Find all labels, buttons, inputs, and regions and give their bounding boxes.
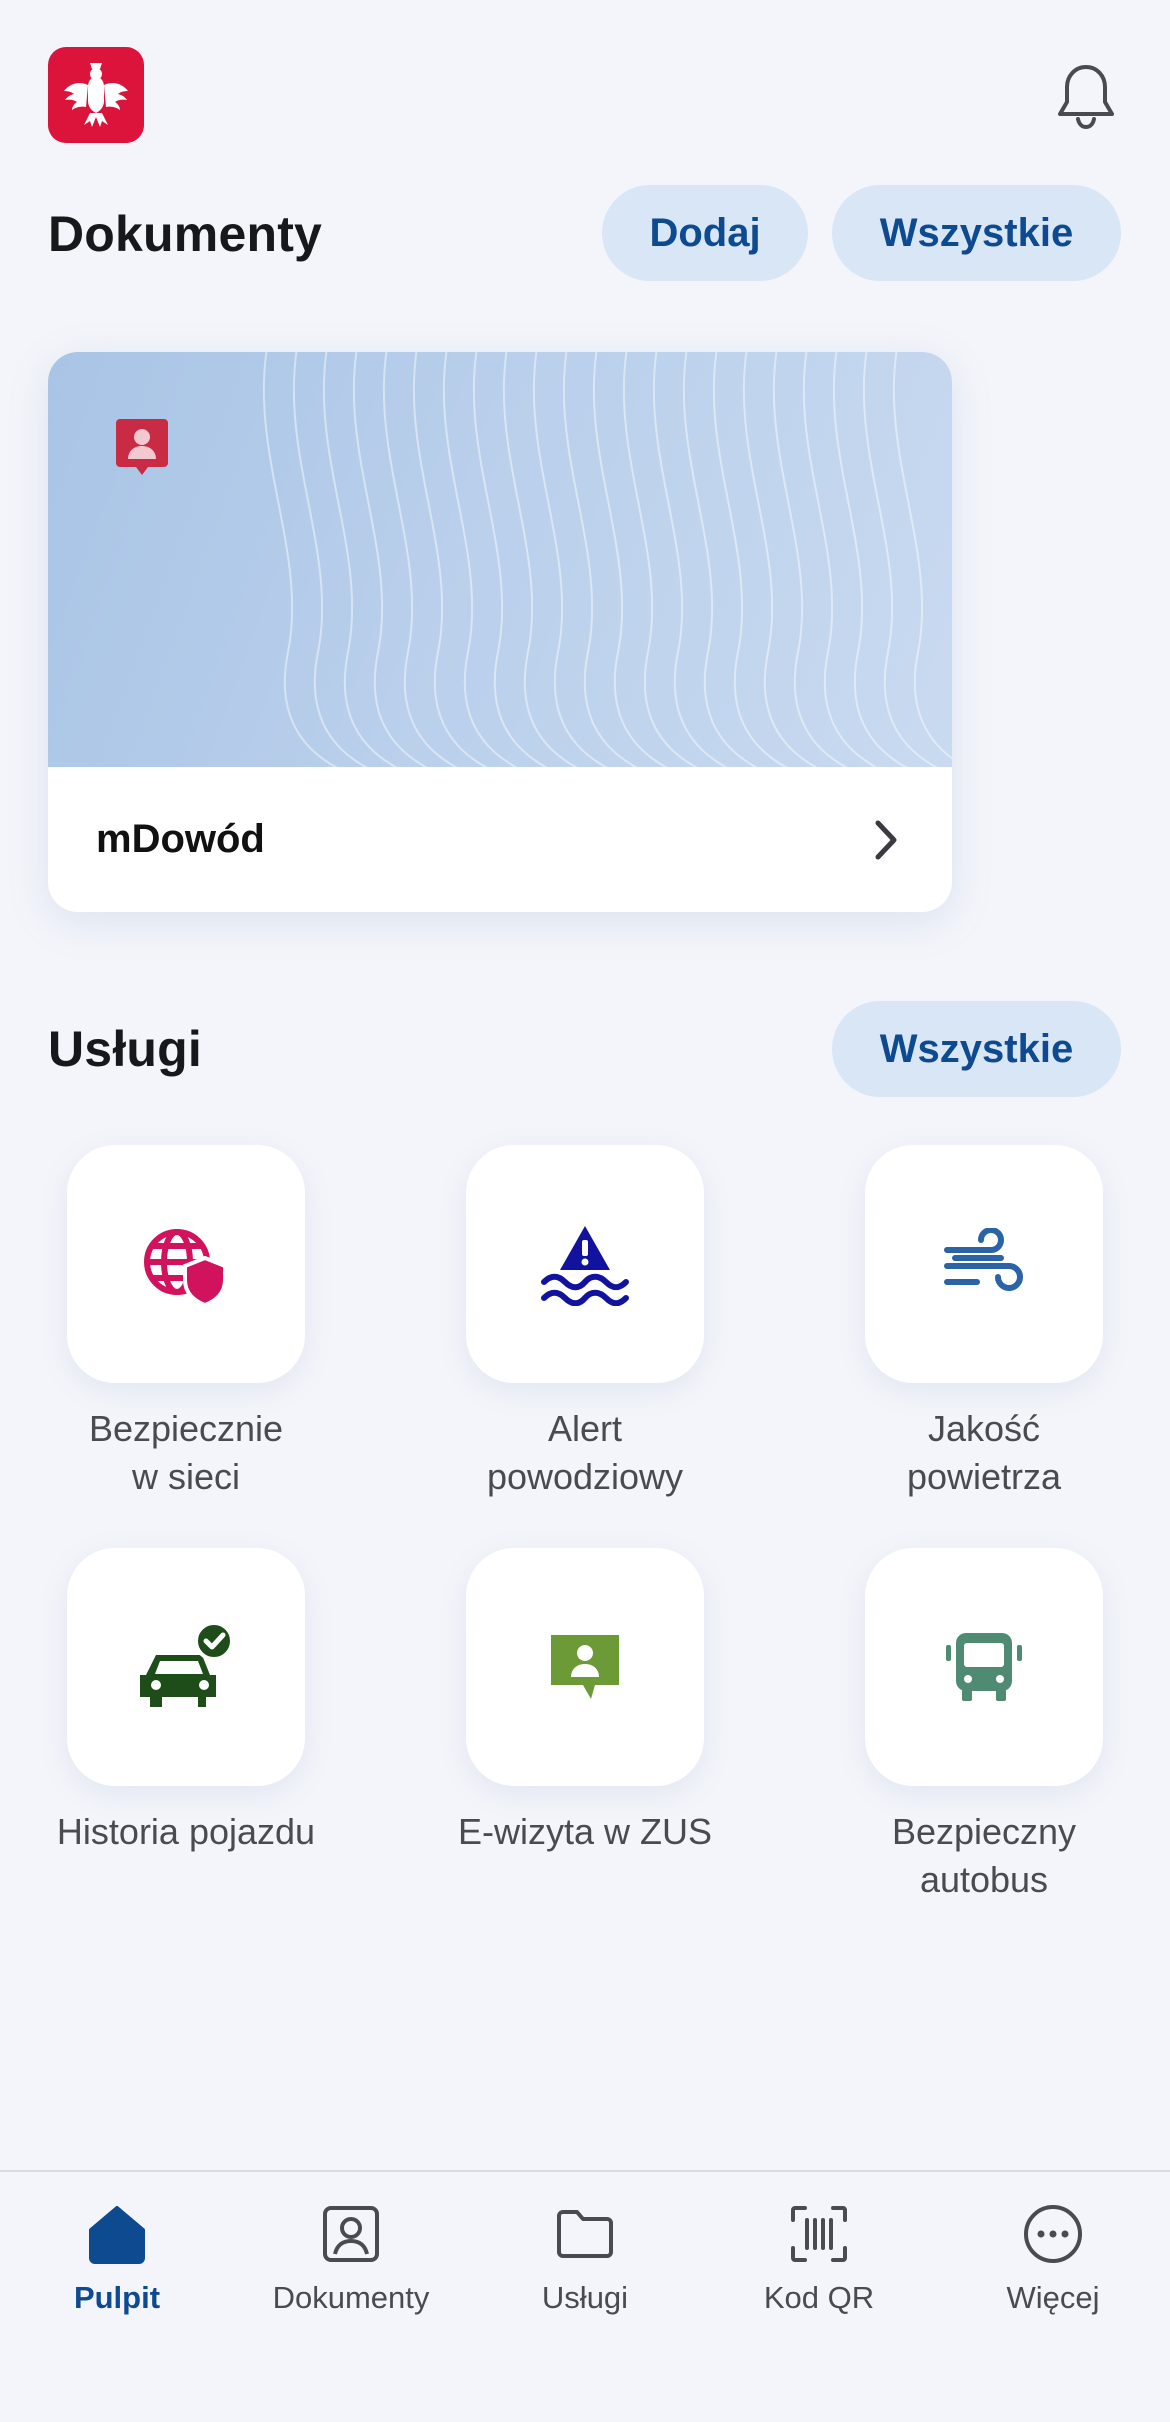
service-tile-historia-pojazdu[interactable]	[67, 1548, 305, 1786]
service-tile-e-wizyta-w-zus[interactable]	[466, 1548, 704, 1786]
tab-pulpit[interactable]: Pulpit	[0, 2202, 234, 2342]
tab-label: Więcej	[1006, 2280, 1100, 2315]
tab-dokumenty[interactable]: Dokumenty	[234, 2202, 468, 2342]
card-background-pattern	[48, 352, 952, 767]
service-label-bezpiecznie-w-sieci: Bezpiecznie w sieci	[88, 1408, 284, 1497]
all-services-button[interactable]: Wszystkie	[832, 1001, 1121, 1097]
tab-wiecej[interactable]: Więcej	[936, 2202, 1170, 2342]
tab-label: Kod QR	[763, 2280, 875, 2315]
tab-label: Usługi	[541, 2280, 629, 2315]
service-label-historia-pojazdu: Historia pojazdu	[56, 1811, 316, 1852]
card-title: mDowód	[96, 817, 265, 861]
tab-uslugi[interactable]: Usługi	[468, 2202, 702, 2342]
bell-icon[interactable]	[1055, 62, 1117, 132]
service-label-e-wizyta-w-zus: E-wizyta w ZUS	[457, 1811, 713, 1852]
chevron-right-icon	[875, 820, 897, 859]
id-card-person-icon	[116, 419, 168, 475]
app-logo	[48, 47, 144, 143]
more-dots-icon	[1024, 2205, 1082, 2263]
wave-pattern	[262, 352, 952, 767]
globe-shield-icon	[144, 1229, 227, 1306]
folder-icon	[557, 2210, 613, 2258]
wind-icon	[944, 1228, 1023, 1291]
id-badge-icon	[323, 2206, 379, 2262]
service-tile-bezpiecznie-w-sieci[interactable]	[67, 1145, 305, 1383]
car-check-icon	[140, 1621, 234, 1707]
home-icon	[89, 2206, 145, 2264]
service-tile-bezpieczny-autobus[interactable]	[865, 1548, 1103, 1786]
tab-label: Dokumenty	[272, 2280, 430, 2315]
tab-label: Pulpit	[73, 2280, 161, 2315]
qr-scan-icon	[791, 2206, 847, 2262]
bottom-tab-bar: Pulpit Dokumenty Usługi Kod QR Więcej	[0, 2170, 1170, 2422]
mdowod-document-card[interactable]: mDowód	[48, 352, 952, 912]
service-label-bezpieczny-autobus: Bezpieczny autobus	[891, 1811, 1077, 1900]
service-tile-jakosc-powietrza[interactable]	[865, 1145, 1103, 1383]
documents-section-title: Dokumenty	[48, 206, 323, 262]
service-label-alert-powodziowy: Alert powodziowy	[486, 1408, 684, 1497]
flood-warning-icon	[541, 1226, 629, 1306]
services-section-title: Usługi	[48, 1021, 202, 1077]
all-documents-button[interactable]: Wszystkie	[832, 185, 1121, 281]
bus-icon	[946, 1633, 1022, 1701]
service-label-jakosc-powietrza: Jakość powietrza	[906, 1408, 1062, 1497]
card-footer[interactable]: mDowód	[48, 767, 952, 912]
polish-eagle-emblem-icon	[64, 63, 128, 127]
tab-kod-qr[interactable]: Kod QR	[702, 2202, 936, 2342]
video-chat-person-icon	[551, 1635, 619, 1699]
add-document-button[interactable]: Dodaj	[602, 185, 808, 281]
service-tile-alert-powodziowy[interactable]	[466, 1145, 704, 1383]
